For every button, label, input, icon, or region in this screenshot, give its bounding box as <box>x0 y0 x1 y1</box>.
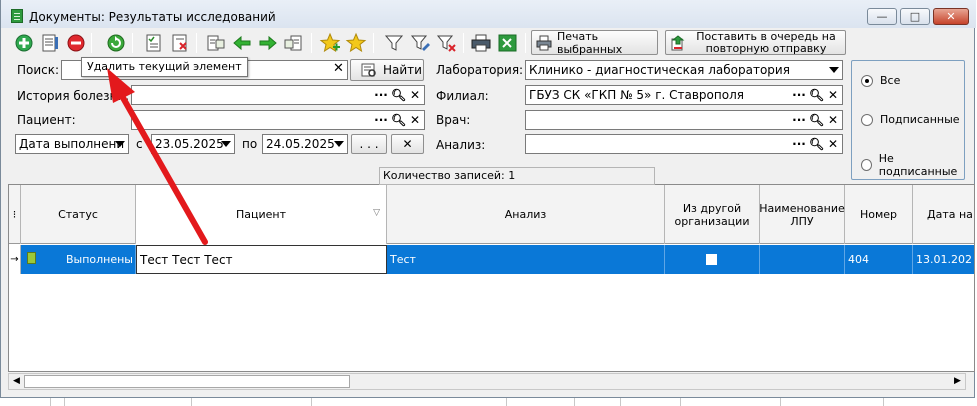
annotation-arrow <box>107 68 208 245</box>
main-window: Документы: Результаты исследований — □ ✕ <box>0 0 976 398</box>
background-area <box>0 398 977 406</box>
